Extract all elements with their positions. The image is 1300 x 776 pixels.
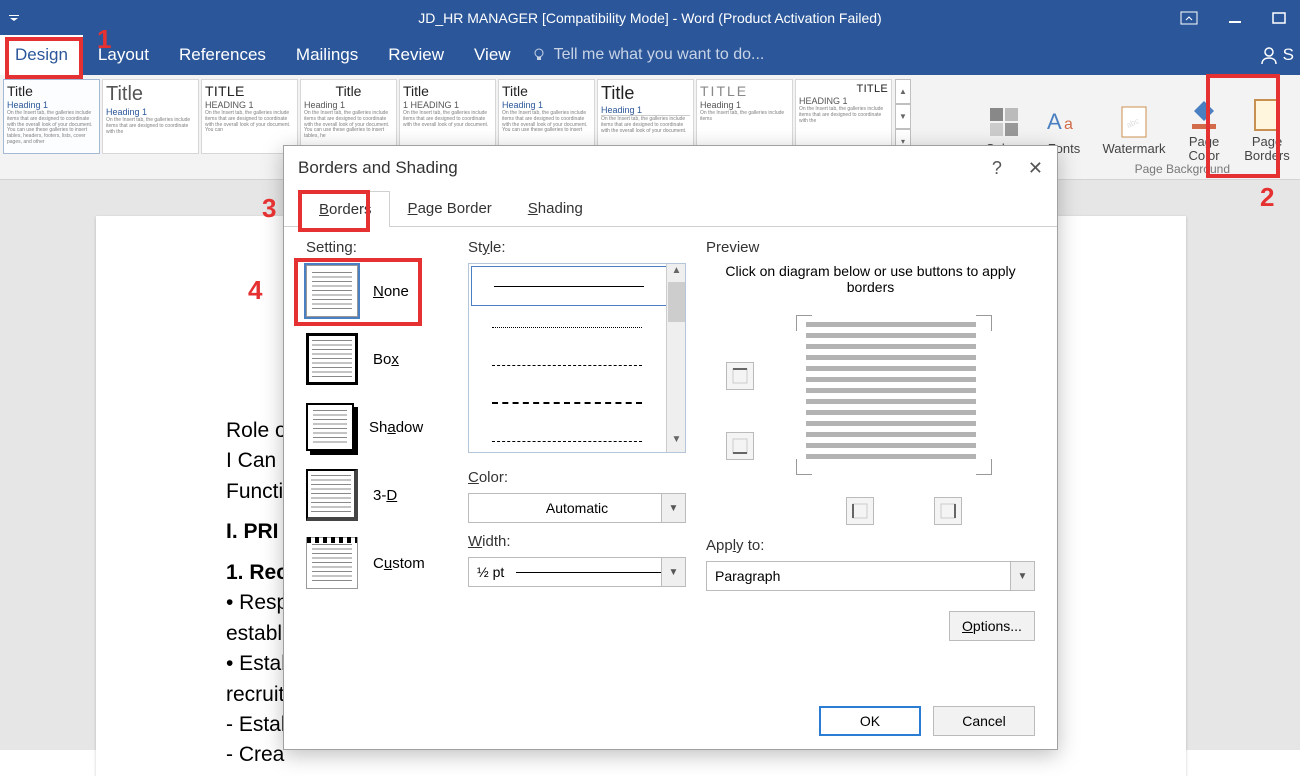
- ribbon-group-label: Page Background: [1135, 162, 1230, 176]
- scroll-up-icon[interactable]: ▲: [668, 265, 685, 282]
- setting-label: Setting:: [306, 239, 448, 256]
- svg-text:a: a: [1064, 116, 1073, 133]
- tab-shading[interactable]: Shading: [510, 190, 601, 226]
- tab-mailings[interactable]: Mailings: [281, 35, 373, 75]
- setting-column: Setting: None Box Shadow 3-D Custom: [306, 239, 448, 683]
- callout-num-1: 1: [97, 24, 111, 55]
- setting-custom[interactable]: Custom: [306, 535, 448, 591]
- cancel-button[interactable]: Cancel: [933, 706, 1035, 736]
- style-label: Style:: [468, 239, 686, 256]
- border-right-button[interactable]: [934, 497, 962, 525]
- maximize-icon[interactable]: [1272, 11, 1286, 25]
- window-title: JD_HR MANAGER [Compatibility Mode] - Wor…: [418, 10, 881, 26]
- style-dashed-med[interactable]: [469, 384, 685, 422]
- width-label: Width:: [468, 533, 686, 550]
- width-combo[interactable]: ½ pt▼: [468, 557, 686, 587]
- border-bottom-button[interactable]: [726, 432, 754, 460]
- page-borders-button[interactable]: Page Borders: [1234, 75, 1300, 179]
- setting-box[interactable]: Box: [306, 331, 448, 387]
- qat-dropdown-icon[interactable]: [0, 5, 28, 31]
- setting-shadow[interactable]: Shadow: [306, 399, 448, 455]
- preview-diagram[interactable]: [706, 307, 1035, 507]
- dialog-title: Borders and Shading: [298, 158, 458, 178]
- setting-custom-thumb: [306, 537, 358, 589]
- scroll-down-icon[interactable]: ▼: [668, 434, 685, 451]
- color-combo[interactable]: Automatic▼: [468, 493, 686, 523]
- style-listbox[interactable]: ▲ ▼: [468, 263, 686, 453]
- setting-shadow-thumb: [306, 403, 354, 451]
- titlebar: JD_HR MANAGER [Compatibility Mode] - Wor…: [0, 0, 1300, 35]
- chevron-down-icon: ▼: [661, 558, 685, 586]
- page-borders-icon: [1253, 95, 1281, 135]
- tab-view[interactable]: View: [459, 35, 526, 75]
- tab-design[interactable]: Design: [0, 35, 83, 75]
- ok-button[interactable]: OK: [819, 706, 921, 736]
- style-card[interactable]: TitleHeading 1On the Insert tab, the gal…: [597, 79, 694, 154]
- style-dashed-small[interactable]: [469, 346, 685, 384]
- options-button[interactable]: Options...: [949, 611, 1035, 641]
- tab-layout[interactable]: Layout: [83, 35, 164, 75]
- style-dotted[interactable]: [469, 308, 685, 346]
- user-icon: [1260, 46, 1278, 64]
- tab-borders[interactable]: Borders: [301, 191, 390, 227]
- callout-num-2: 2: [1260, 182, 1274, 213]
- scroll-down-icon[interactable]: ▼: [895, 104, 911, 129]
- page-color-icon: [1188, 95, 1220, 135]
- preview-hint: Click on diagram below or use buttons to…: [706, 263, 1035, 295]
- preview-page[interactable]: [806, 322, 976, 462]
- scroll-up-icon[interactable]: ▲: [895, 79, 911, 104]
- tell-me-search[interactable]: Tell me what you want to do...: [531, 46, 765, 64]
- chevron-down-icon: ▼: [1010, 562, 1034, 590]
- dialog-titlebar: Borders and Shading ? ✕: [284, 146, 1057, 190]
- setting-none[interactable]: None: [306, 263, 448, 319]
- setting-none-thumb: [306, 265, 358, 317]
- help-icon[interactable]: ?: [992, 158, 1002, 179]
- setting-3d[interactable]: 3-D: [306, 467, 448, 523]
- watermark-icon: abc: [1119, 102, 1149, 142]
- callout-num-3: 3: [262, 193, 276, 224]
- style-card[interactable]: TITLEHEADING 1On the Insert tab, the gal…: [795, 79, 892, 154]
- style-scrollbar[interactable]: ▲ ▼: [666, 264, 685, 452]
- tab-review[interactable]: Review: [373, 35, 459, 75]
- fonts-icon: Aa: [1047, 102, 1081, 142]
- applyto-label: Apply to:: [706, 537, 1035, 554]
- close-icon[interactable]: ✕: [1028, 158, 1043, 179]
- style-card[interactable]: TITLEHEADING 1On the Insert tab, the gal…: [201, 79, 298, 154]
- tab-page-border[interactable]: Page Border: [390, 190, 510, 226]
- style-column: Style: ▲ ▼ Color: Automatic▼ Width: ½ pt…: [468, 239, 686, 683]
- applyto-combo[interactable]: Paragraph▼: [706, 561, 1035, 591]
- ribbon-tabs: Design Layout References Mailings Review…: [0, 35, 1300, 75]
- border-left-button[interactable]: [846, 497, 874, 525]
- ribbon-display-icon[interactable]: [1180, 11, 1198, 25]
- style-card[interactable]: Title1 HEADING 1On the Insert tab, the g…: [399, 79, 496, 154]
- style-solid[interactable]: [472, 267, 682, 305]
- callout-num-4: 4: [248, 275, 262, 306]
- color-label: Color:: [468, 469, 686, 486]
- svg-text:A: A: [1047, 109, 1062, 134]
- style-card[interactable]: TitleHeading 1On the Insert tab, the gal…: [498, 79, 595, 154]
- bulb-icon: [531, 47, 547, 63]
- style-card[interactable]: TitleHeading 1On the Insert tab, the gal…: [300, 79, 397, 154]
- colors-icon: [988, 102, 1020, 142]
- setting-3d-thumb: [306, 469, 358, 521]
- border-top-button[interactable]: [726, 362, 754, 390]
- preview-label: Preview: [706, 239, 1035, 256]
- minimize-icon[interactable]: [1228, 11, 1242, 25]
- tab-references[interactable]: References: [164, 35, 281, 75]
- dialog-footer: OK Cancel: [284, 693, 1057, 749]
- style-dashdot[interactable]: [469, 422, 685, 460]
- style-card[interactable]: TITLEHeading 1On the Insert tab, the gal…: [696, 79, 793, 154]
- chevron-down-icon: ▼: [661, 494, 685, 522]
- style-card[interactable]: TitleHeading 1On the Insert tab, the gal…: [3, 79, 100, 154]
- preview-column: Preview Click on diagram below or use bu…: [706, 239, 1035, 683]
- signin-button[interactable]: S: [1260, 45, 1294, 65]
- style-card[interactable]: TitleHeading 1On the Insert tab, the gal…: [102, 79, 199, 154]
- borders-shading-dialog: Borders and Shading ? ✕ Borders Page Bor…: [283, 145, 1058, 750]
- setting-box-thumb: [306, 333, 358, 385]
- dialog-tabs: Borders Page Border Shading: [284, 190, 1057, 227]
